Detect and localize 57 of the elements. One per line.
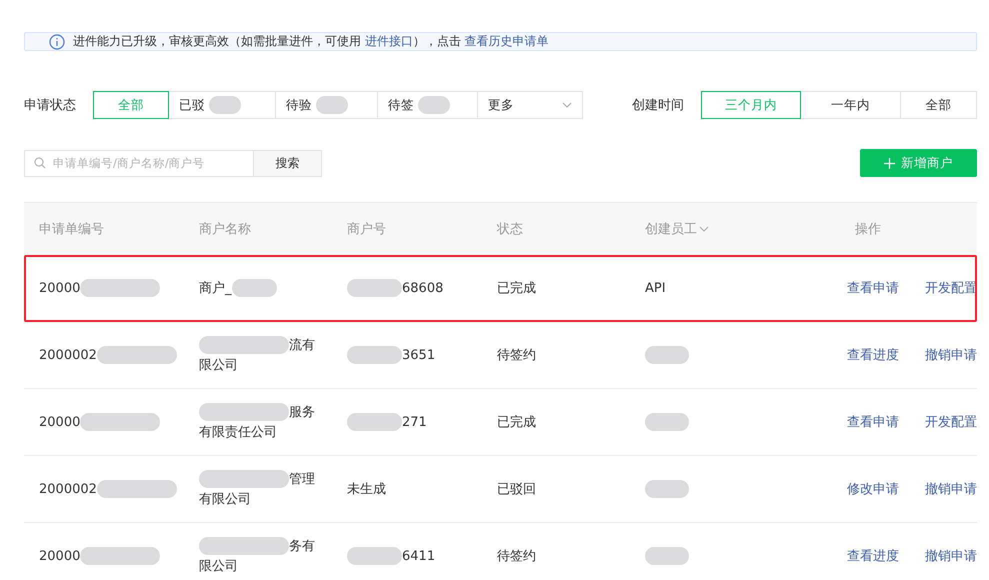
search-button[interactable]: 搜索: [254, 150, 322, 176]
column-header: 操作: [855, 221, 881, 238]
plus-icon: [884, 158, 895, 168]
row-action-link[interactable]: 修改申请: [847, 480, 899, 498]
row-action-link[interactable]: 撤销申请: [925, 547, 977, 565]
notice-text: 进件能力已升级，审核更高效（如需批量进件，可使用 进件接口），点击 查看历史申请单: [73, 33, 549, 50]
table-cell-text: 有限公司: [199, 491, 251, 508]
table-cell: 3651: [402, 348, 436, 362]
table-cell-text: 已完成: [497, 414, 536, 431]
table-cell: 68608: [402, 280, 444, 296]
time-filter-tab[interactable]: 全部: [900, 91, 977, 119]
column-header: 商户名称: [199, 221, 251, 238]
table-cell-text: 管理: [289, 471, 315, 488]
column-header: 申请单编号: [39, 221, 104, 238]
status-filter-tab[interactable]: 更多: [477, 91, 583, 119]
notice-link[interactable]: 查看历史申请单: [464, 34, 549, 48]
table-cell-text: 限公司: [199, 558, 238, 575]
row-action-link[interactable]: 查看申请: [847, 279, 899, 297]
table-cell-text: 有限责任公司: [199, 424, 277, 441]
table-cell: 20000: [39, 548, 80, 564]
search-icon: [34, 156, 46, 168]
table-cell-text: 未生成: [347, 481, 386, 498]
table-cell-text: 务有: [289, 538, 315, 555]
table-cell-text: 限公司: [199, 357, 238, 374]
row-action-link[interactable]: 撤销申请: [925, 480, 977, 498]
table-cell: 2000002: [39, 482, 97, 496]
row-action-link[interactable]: 查看进度: [847, 346, 899, 364]
column-header: 状态: [497, 221, 523, 238]
status-filter-tab[interactable]: 已驳: [168, 91, 276, 119]
time-filter-tab[interactable]: 一年内: [800, 91, 901, 119]
table-cell: 2000002: [39, 348, 97, 362]
table-cell: 6411: [402, 548, 436, 564]
status-filter-tab[interactable]: 待签: [377, 91, 478, 119]
notice-link[interactable]: 进件接口: [364, 34, 413, 48]
row-action-link[interactable]: 查看进度: [847, 547, 899, 565]
row-action-link[interactable]: 撤销申请: [925, 346, 977, 364]
table-cell-text: 待签约: [497, 548, 536, 565]
table-cell-text: 已驳回: [497, 481, 536, 498]
row-action-link[interactable]: 查看申请: [847, 413, 899, 431]
column-header: 商户号: [347, 221, 386, 238]
info-icon: [49, 34, 65, 50]
table-cell-text: 商户_: [199, 280, 232, 297]
table-cell: API: [645, 280, 666, 296]
row-action-link[interactable]: 开发配置: [925, 413, 977, 431]
filter-label: 申请状态: [24, 97, 76, 114]
status-filter-tab[interactable]: 待验: [275, 91, 378, 119]
table-cell: 20000: [39, 280, 80, 296]
table-cell-text: 流有: [289, 337, 315, 354]
table-cell-text: 待签约: [497, 347, 536, 364]
search-field[interactable]: 申请单编号/商户名称/商户号: [24, 150, 254, 176]
filter-label: 创建时间: [632, 97, 684, 114]
table-cell-text: 已完成: [497, 280, 536, 297]
chevron-down-icon: [699, 226, 709, 232]
table-cell: 20000: [39, 414, 80, 430]
chevron-down-icon: [562, 102, 572, 108]
table-cell: 271: [402, 414, 427, 430]
table-cell-text: 服务: [289, 404, 315, 421]
